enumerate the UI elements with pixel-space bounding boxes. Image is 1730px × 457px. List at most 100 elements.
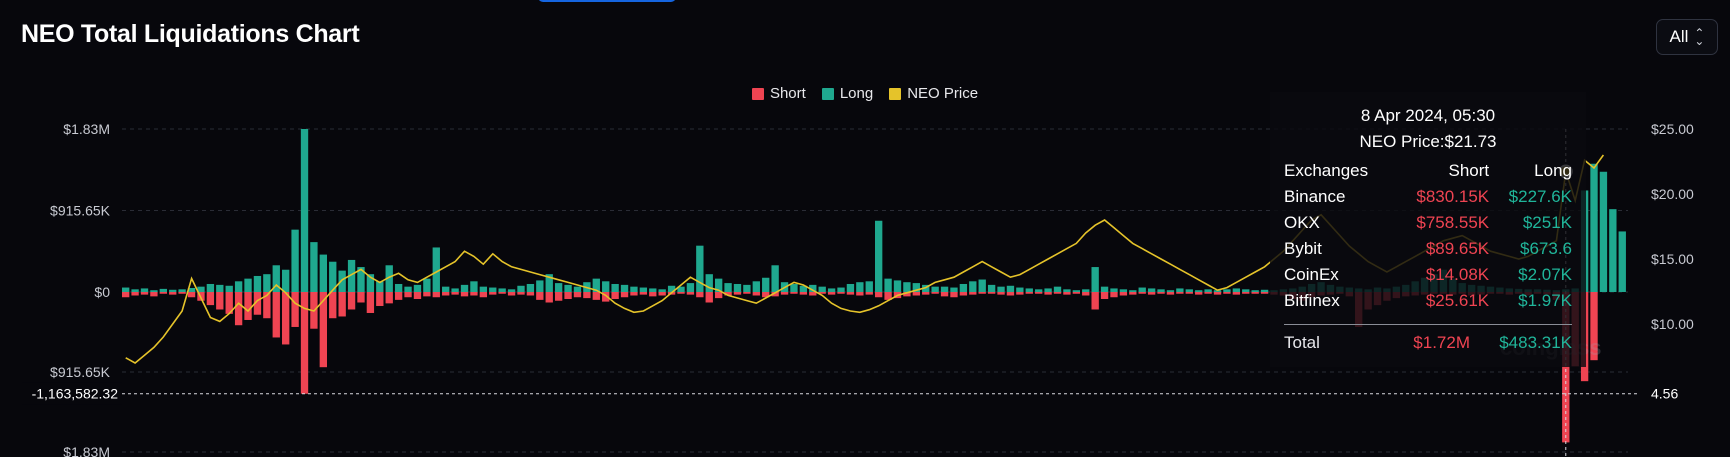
short-bar [837,292,845,294]
tooltip-table: Exchanges Short Long Binance $830.15K $2… [1284,158,1572,314]
short-bar [376,292,384,306]
short-bar [282,292,290,345]
long-bar [1251,290,1259,292]
long-bar [291,229,299,292]
long-bar [526,283,535,292]
short-bar [969,292,977,295]
long-bar [1242,289,1250,292]
short-bar [122,292,130,298]
short-bar [658,292,666,296]
short-bar [1138,292,1146,294]
long-bar [470,281,478,292]
tooltip-date: 8 Apr 2024, 05:30 [1360,106,1496,125]
long-bar [1110,288,1118,292]
short-bar [865,292,873,295]
long-bar [1223,289,1231,292]
tooltip-exchange: Bitfinex [1284,291,1340,310]
short-bar [234,292,243,326]
long-bar [865,281,873,292]
long-bar [752,281,760,292]
long-bar [1119,289,1128,292]
short-bar [630,292,638,296]
long-bar [404,286,412,292]
long-bar [1035,289,1043,292]
short-bar [564,292,572,299]
short-bar [1129,292,1137,295]
short-bar [169,292,177,295]
long-bar [310,242,318,292]
short-bar [451,292,459,295]
tooltip-exchange: CoinEx [1284,265,1339,284]
short-bar [743,292,751,294]
long-bar [997,286,1005,292]
short-bar [470,292,478,296]
tooltip-short-value: $14.08K [1425,265,1490,284]
short-bar [875,292,883,298]
short-bar [705,292,713,303]
long-bar [1091,267,1099,292]
short-bar [460,292,469,297]
long-bar [658,289,666,292]
short-bar [611,292,619,299]
short-bar [1166,292,1175,295]
long-bar [893,280,902,292]
long-bar [649,288,657,292]
short-bar [1119,292,1128,296]
short-bar [677,292,685,294]
long-bar [696,245,704,292]
short-bar [1035,292,1043,294]
long-bar [489,287,497,292]
long-bar [1016,287,1024,292]
short-bar [1053,292,1062,294]
short-bar [131,292,139,296]
tooltip-total-long: $483.31K [1499,333,1572,352]
long-bar [140,288,149,292]
long-bar [394,283,403,292]
tooltip-exchange: Bybit [1284,239,1322,258]
long-bar [639,287,648,292]
tooltip-long-value: $2.07K [1518,265,1572,284]
tooltip-long-value: $227.6K [1508,187,1572,206]
tooltip-short-value: $830.15K [1416,187,1490,206]
short-bar [187,292,196,298]
short-bar [366,292,375,313]
long-bar [1044,288,1052,292]
tooltip-short-value: $758.55K [1416,213,1490,232]
short-bar [178,292,186,294]
left-tick-label: $915.65K [50,364,111,380]
long-bar [442,286,450,292]
long-bar [1063,289,1071,292]
long-bar [856,282,864,292]
short-bar [526,292,535,296]
long-bar [733,283,742,292]
short-bar [959,292,968,296]
short-bar [912,292,920,296]
short-bar [987,292,996,294]
short-bar [404,292,412,298]
short-bar [931,292,939,294]
long-bar [423,278,431,292]
long-bar [206,283,215,292]
long-bar [630,286,638,292]
tooltip-row: Bitfinex $25.61K $1.97K [1284,288,1572,314]
short-bar [1157,292,1165,294]
long-bar [178,289,186,292]
tooltip-row: Binance $830.15K $227.6K [1284,184,1572,210]
long-bar [263,274,271,292]
long-bar [884,278,892,292]
long-bar [300,129,309,292]
short-bar [1260,292,1269,294]
short-bar [856,292,864,296]
long-bar [159,288,167,292]
tooltip-total-label: Total [1284,333,1320,352]
long-bar [253,275,262,292]
short-bar [140,292,149,295]
short-bar [329,292,337,319]
long-bar [1590,163,1598,292]
left-axis: $1.83M $915.65K $0 $915.65K $1.83M [50,121,111,457]
short-bar [413,292,422,299]
short-bar [686,292,695,295]
long-bar [1599,171,1608,292]
long-bar [940,286,949,292]
long-bar [602,281,610,292]
